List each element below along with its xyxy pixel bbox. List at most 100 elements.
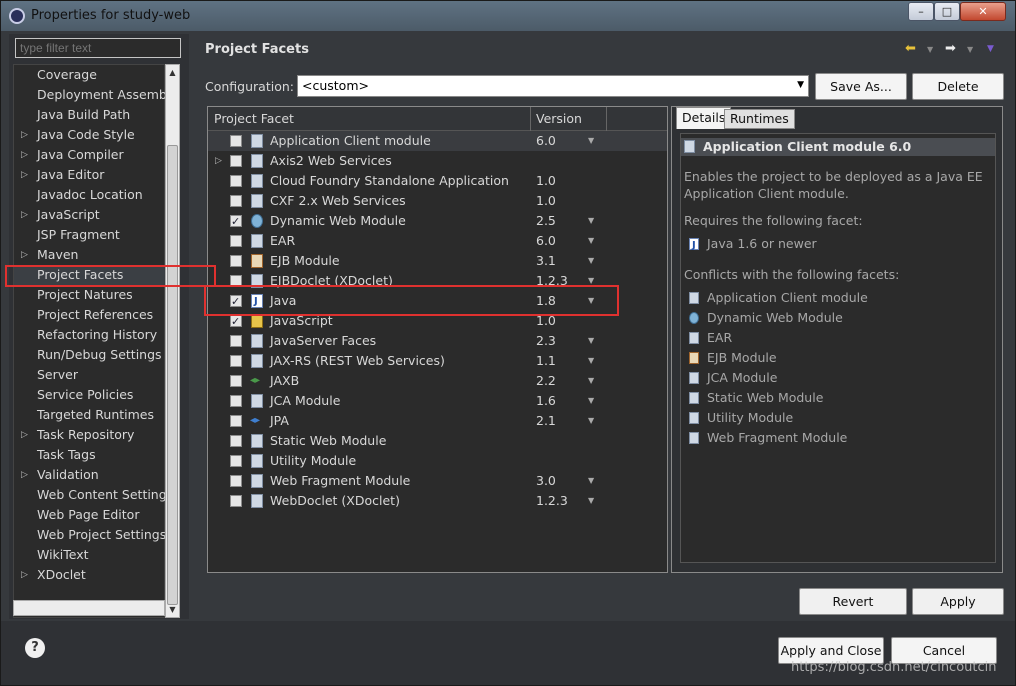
- configuration-select[interactable]: <custom> ▼: [297, 75, 809, 97]
- table-row[interactable]: CXF 2.x Web Services 1.0: [208, 191, 667, 211]
- chevron-down-icon[interactable]: ▼: [588, 211, 594, 231]
- facet-version[interactable]: 2.3: [536, 331, 556, 351]
- facet-checkbox[interactable]: [230, 495, 242, 507]
- sidebar-item[interactable]: Web Page Editor: [14, 505, 166, 525]
- sidebar-item[interactable]: Project References: [14, 305, 166, 325]
- facet-version[interactable]: 2.5: [536, 211, 556, 231]
- facet-checkbox[interactable]: [230, 155, 242, 167]
- table-row[interactable]: JavaServer Faces 2.3 ▼: [208, 331, 667, 351]
- facet-version[interactable]: 6.0: [536, 231, 556, 251]
- expand-arrow-icon[interactable]: ▷: [21, 205, 28, 225]
- tab-runtimes[interactable]: Runtimes: [724, 109, 795, 129]
- chevron-down-icon[interactable]: ▼: [588, 371, 594, 391]
- table-row[interactable]: WebDoclet (XDoclet) 1.2.3 ▼: [208, 491, 667, 511]
- facet-checkbox[interactable]: [230, 195, 242, 207]
- facet-checkbox[interactable]: [230, 355, 242, 367]
- sidebar-item[interactable]: ▷ Java Compiler: [14, 145, 166, 165]
- expand-arrow-icon[interactable]: ▷: [21, 465, 28, 485]
- facet-checkbox[interactable]: [230, 135, 242, 147]
- expand-arrow-icon[interactable]: ▷: [21, 245, 28, 265]
- facet-version[interactable]: 3.0: [536, 471, 556, 491]
- facet-checkbox[interactable]: [230, 375, 242, 387]
- help-icon[interactable]: ?: [25, 638, 45, 658]
- forward-menu-icon[interactable]: ▼: [967, 45, 973, 54]
- facet-checkbox[interactable]: [230, 415, 242, 427]
- facet-checkbox[interactable]: [230, 455, 242, 467]
- chevron-down-icon[interactable]: ▼: [588, 131, 594, 151]
- table-row[interactable]: ▷ Axis2 Web Services: [208, 151, 667, 171]
- tree-horizontal-scrollbar[interactable]: [13, 600, 165, 616]
- forward-arrow-icon[interactable]: ➡: [945, 41, 956, 56]
- table-row[interactable]: Dynamic Web Module 2.5 ▼: [208, 211, 667, 232]
- facet-checkbox[interactable]: [230, 312, 242, 332]
- sidebar-item[interactable]: Run/Debug Settings: [14, 345, 166, 365]
- facet-version[interactable]: 2.2: [536, 371, 556, 391]
- facet-version[interactable]: 1.6: [536, 391, 556, 411]
- view-menu-icon[interactable]: ▼: [987, 44, 994, 54]
- sidebar-item[interactable]: ▷ Maven: [14, 245, 166, 265]
- save-as-button[interactable]: Save As...: [815, 73, 907, 100]
- facet-version[interactable]: 2.1: [536, 411, 556, 431]
- sidebar-item[interactable]: Deployment Assembly: [14, 85, 166, 105]
- chevron-down-icon[interactable]: ▼: [588, 251, 594, 271]
- sidebar-item[interactable]: Refactoring History: [14, 325, 166, 345]
- sidebar-item[interactable]: Java Build Path: [14, 105, 166, 125]
- table-row[interactable]: Utility Module: [208, 451, 667, 471]
- back-arrow-icon[interactable]: ⬅: [905, 41, 916, 56]
- facet-checkbox[interactable]: [230, 255, 242, 267]
- revert-button[interactable]: Revert: [799, 588, 907, 615]
- maximize-button[interactable]: □: [934, 2, 960, 21]
- table-row[interactable]: JAXB 2.2 ▼: [208, 371, 667, 391]
- chevron-down-icon[interactable]: ▼: [588, 351, 594, 371]
- delete-button[interactable]: Delete: [912, 73, 1004, 100]
- expand-arrow-icon[interactable]: ▷: [21, 145, 28, 165]
- sidebar-item[interactable]: JSP Fragment: [14, 225, 166, 245]
- facet-checkbox[interactable]: [230, 235, 242, 247]
- table-row[interactable]: Static Web Module: [208, 431, 667, 451]
- table-row[interactable]: JAX-RS (REST Web Services) 1.1 ▼: [208, 351, 667, 371]
- table-row[interactable]: Application Client module 6.0 ▼: [208, 131, 667, 151]
- table-row[interactable]: EAR 6.0 ▼: [208, 231, 667, 251]
- expand-arrow-icon[interactable]: ▷: [21, 165, 28, 185]
- sidebar-item[interactable]: ▷ Task Repository: [14, 425, 166, 445]
- sidebar-item[interactable]: Project Natures: [14, 285, 166, 305]
- sidebar-item[interactable]: Web Project Settings: [14, 525, 166, 545]
- sidebar-item[interactable]: Server: [14, 365, 166, 385]
- expand-arrow-icon[interactable]: ▷: [21, 565, 28, 585]
- table-row[interactable]: Web Fragment Module 3.0 ▼: [208, 471, 667, 491]
- facet-checkbox[interactable]: [230, 395, 242, 407]
- chevron-down-icon[interactable]: ▼: [588, 471, 594, 491]
- facet-version[interactable]: 1.1: [536, 351, 556, 371]
- chevron-down-icon[interactable]: ▼: [588, 411, 594, 431]
- facet-checkbox[interactable]: [230, 212, 242, 232]
- scroll-up-icon[interactable]: ▲: [166, 65, 179, 80]
- scroll-down-icon[interactable]: ▼: [166, 602, 179, 617]
- facet-checkbox[interactable]: [230, 175, 242, 187]
- tree-vertical-scrollbar[interactable]: ▲ ▼: [165, 64, 180, 618]
- column-header-version[interactable]: Version: [536, 111, 582, 126]
- sidebar-item[interactable]: ▷ Validation: [14, 465, 166, 485]
- close-button[interactable]: ✕: [960, 2, 1006, 21]
- minimize-button[interactable]: –: [908, 2, 934, 21]
- table-row[interactable]: JPA 2.1 ▼: [208, 411, 667, 431]
- facet-checkbox[interactable]: [230, 335, 242, 347]
- facet-version[interactable]: 1.0: [536, 191, 556, 211]
- facet-version[interactable]: 6.0: [536, 131, 556, 151]
- chevron-down-icon[interactable]: ▼: [588, 331, 594, 351]
- sidebar-item[interactable]: Coverage: [14, 65, 166, 85]
- sidebar-item[interactable]: Task Tags: [14, 445, 166, 465]
- chevron-down-icon[interactable]: ▼: [797, 80, 804, 90]
- chevron-down-icon[interactable]: ▼: [588, 491, 594, 511]
- table-row[interactable]: JCA Module 1.6 ▼: [208, 391, 667, 411]
- table-row[interactable]: EJB Module 3.1 ▼: [208, 251, 667, 271]
- back-menu-icon[interactable]: ▼: [927, 45, 933, 54]
- sidebar-item[interactable]: ▷ JavaScript: [14, 205, 166, 225]
- sidebar-item[interactable]: ▷ Java Code Style: [14, 125, 166, 145]
- facet-version[interactable]: 3.1: [536, 251, 556, 271]
- expand-arrow-icon[interactable]: ▷: [21, 425, 28, 445]
- sidebar-item[interactable]: Web Content Settings: [14, 485, 166, 505]
- facet-version[interactable]: 1.2.3: [536, 491, 568, 511]
- sidebar-item[interactable]: ▷ XDoclet: [14, 565, 166, 585]
- sidebar-item[interactable]: Service Policies: [14, 385, 166, 405]
- expand-arrow-icon[interactable]: ▷: [21, 125, 28, 145]
